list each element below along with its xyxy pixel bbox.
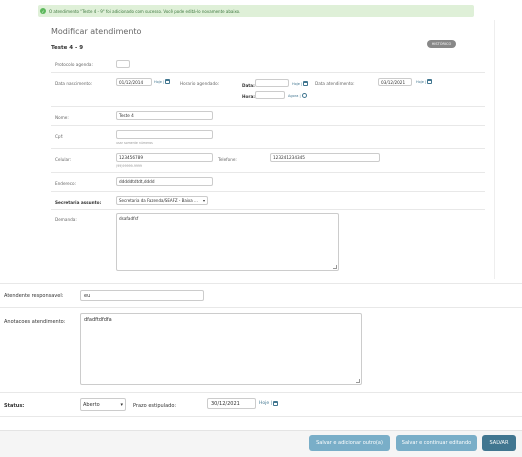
horario-agendado-label: Horario agendado: [180, 81, 220, 86]
row-divider [0, 307, 522, 308]
horario-time-label: Hora: [242, 94, 255, 99]
status-label: Status: [4, 403, 25, 409]
success-message: ✓ O atendimento "Teste 4 - 9" foi adicio… [38, 5, 474, 17]
demanda-text: dsafadfsf [119, 216, 139, 221]
row-divider [51, 191, 485, 192]
data-atendimento-today: Hoje | [416, 79, 433, 84]
nome-label: Nome: [55, 115, 69, 120]
save-continue-button[interactable]: Salvar e continuar editando [396, 435, 477, 451]
horario-date-input[interactable] [255, 79, 289, 87]
row-divider [51, 172, 485, 173]
resize-grip-icon[interactable] [356, 379, 360, 383]
calendar-icon[interactable] [165, 79, 171, 84]
resize-grip-icon[interactable] [333, 265, 337, 269]
atendente-label: Atendente responsavel: [4, 293, 64, 299]
object-name: Teste 4 - 9 [51, 45, 84, 51]
prazo-input[interactable]: 30/12/2021 [207, 398, 256, 409]
nome-input[interactable]: Teste 4 [116, 111, 213, 120]
data-nascimento-input[interactable]: 01/12/2014 [116, 78, 152, 86]
data-nascimento-today: Hoje | [154, 79, 171, 84]
secretaria-select[interactable]: Secretaria da Fazenda/SEAFZ - Baixa ... … [116, 196, 208, 205]
demanda-textarea[interactable]: dsafadfsf [116, 213, 339, 271]
today-link[interactable]: Hoje | [154, 80, 164, 84]
status-select[interactable]: Aberto ▾ [80, 398, 126, 411]
cpf-label: Cpf: [55, 134, 64, 139]
calendar-icon[interactable] [273, 401, 279, 406]
chevron-down-icon: ▾ [120, 401, 123, 408]
cpf-help: usar somente números [116, 141, 153, 145]
horario-date-label: Data: [242, 83, 255, 88]
section-divider [0, 283, 522, 284]
celular-label: Celular: [55, 157, 72, 162]
row-divider [51, 125, 485, 126]
endereco-input[interactable]: dddddtdtdt,dddd [116, 177, 213, 186]
calendar-icon[interactable] [303, 81, 309, 86]
anotacoes-label: Anotacoes atendimento: [4, 319, 66, 325]
row-divider [51, 148, 485, 149]
secretaria-label: Secretaria assunto: [55, 200, 102, 205]
today-link[interactable]: Hoje | [259, 401, 272, 406]
cpf-input[interactable] [116, 130, 213, 139]
telefone-input[interactable]: 123241234345 [270, 153, 380, 162]
calendar-icon[interactable] [427, 79, 433, 84]
prazo-today: Hoje | [259, 401, 279, 406]
protocolo-input[interactable] [116, 60, 130, 68]
success-message-text: O atendimento "Teste 4 - 9" foi adiciona… [49, 8, 241, 14]
demanda-label: Demanda: [55, 217, 77, 222]
anotacoes-textarea[interactable]: dfadftdfdfa [80, 313, 362, 385]
row-divider [0, 416, 522, 417]
celular-help: (99)99999-9999 [116, 164, 142, 168]
protocolo-label: Protocolo agenda: [55, 62, 93, 67]
anotacoes-text: dfadftdfdfa [84, 317, 112, 323]
data-atendimento-input[interactable]: 03/12/2021 [378, 78, 412, 86]
clock-icon[interactable] [301, 93, 307, 98]
status-select-value: Aberto [83, 401, 100, 408]
endereco-label: Endereco: [55, 181, 77, 186]
row-divider [51, 72, 485, 73]
data-nascimento-label: Data nascimento: [55, 81, 93, 86]
save-button[interactable]: SALVAR [482, 435, 516, 451]
history-button[interactable]: HISTÓRICO [427, 40, 456, 48]
data-atendimento-label: Data atendimento: [315, 81, 355, 86]
row-divider [51, 106, 485, 107]
row-divider [0, 392, 522, 393]
horario-date-today: Hoje | [292, 81, 309, 86]
secretaria-select-value: Secretaria da Fazenda/SEAFZ - Baixa ... [119, 198, 198, 203]
telefone-label: Telefone: [218, 157, 237, 162]
today-link[interactable]: Hoje | [292, 82, 302, 86]
check-circle-icon: ✓ [40, 8, 46, 14]
today-link[interactable]: Hoje | [416, 80, 426, 84]
horario-time-now: Agora | [288, 93, 307, 98]
row-divider [51, 209, 485, 210]
page-title: Modificar atendimento [51, 27, 142, 36]
save-add-another-button[interactable]: Salvar e adicionar outro(a) [309, 435, 390, 451]
now-link[interactable]: Agora | [288, 94, 301, 98]
chevron-down-icon: ▾ [202, 198, 205, 203]
horario-time-input[interactable] [255, 91, 285, 99]
atendente-input[interactable]: eu [80, 290, 204, 301]
prazo-label: Prazo estipulado: [133, 403, 177, 409]
celular-input[interactable]: 123456789 [116, 153, 213, 162]
